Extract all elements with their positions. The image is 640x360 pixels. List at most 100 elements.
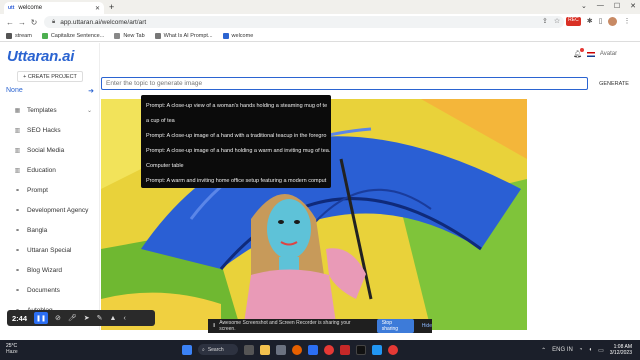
sidebar-item-documents[interactable]: ⚭ Documents <box>0 280 100 300</box>
bookmark-item[interactable]: What Is AI Prompt... <box>154 32 213 39</box>
weather-widget[interactable]: 25°C Haze <box>6 343 18 355</box>
store-icon[interactable] <box>372 344 382 355</box>
flag-icon[interactable] <box>586 51 595 57</box>
windows-start-icon[interactable] <box>182 344 192 355</box>
url-text: app.uttaran.ai/welcome/art/art <box>60 18 147 26</box>
share-icon[interactable]: ⇪ <box>542 17 548 26</box>
suggestion-item[interactable]: Computer table <box>141 158 331 173</box>
maximize-icon[interactable]: ☐ <box>614 2 620 10</box>
netflix-icon[interactable] <box>340 344 350 355</box>
star-icon[interactable]: ☆ <box>554 17 560 26</box>
language-indicator[interactable]: ENG IN <box>552 347 573 353</box>
browser-tab[interactable]: utt welcome ✕ <box>4 2 104 14</box>
grid-icon: ▦ <box>14 107 21 114</box>
forward-icon[interactable]: → <box>16 18 28 27</box>
clock[interactable]: 1:08 AM 3/12/2023 <box>610 344 632 356</box>
edge-icon[interactable] <box>308 344 318 355</box>
project-selector[interactable]: None ➜ <box>6 87 94 95</box>
suggestion-item[interactable]: Prompt: A close-up view of a woman's han… <box>141 98 331 113</box>
link-icon: ⚭ <box>14 287 21 294</box>
suggestions-dropdown: Prompt: A close-up view of a woman's han… <box>141 95 331 188</box>
volume-icon[interactable]: ◖ <box>588 347 592 353</box>
sidebar-item-seo-hacks[interactable]: ▥ SEO Hacks <box>0 120 100 140</box>
bookmark-item[interactable]: New Tab <box>114 32 145 39</box>
link-icon: ⚭ <box>14 187 21 194</box>
pen-icon[interactable]: ✎ <box>97 314 103 322</box>
cursor-icon[interactable]: ➤ <box>84 314 90 322</box>
app-logo[interactable]: Uttaran.ai <box>7 48 74 65</box>
bell-icon[interactable]: 🔔︎ <box>573 48 584 58</box>
app-icon[interactable] <box>276 344 286 355</box>
firefox-icon[interactable] <box>292 344 302 355</box>
back-icon[interactable]: ← <box>4 18 16 27</box>
suggestion-item[interactable]: Prompt: A warm and inviting home office … <box>141 173 331 188</box>
sidebar-item-blog-wizard[interactable]: ⚭ Blog Wizard <box>0 260 100 280</box>
menu-dots-icon[interactable]: ⋮ <box>623 17 630 26</box>
media-icon[interactable] <box>356 344 366 355</box>
topic-search-input[interactable] <box>101 77 588 90</box>
chart-icon: ▥ <box>14 127 21 134</box>
reload-icon[interactable]: ↻ <box>28 18 40 27</box>
task-view-icon[interactable] <box>244 344 254 355</box>
sidepanel-icon[interactable]: ▯ <box>599 17 603 26</box>
chart-icon: ▥ <box>14 147 21 154</box>
eraser-icon[interactable]: ▲ <box>110 315 117 322</box>
chrome-profile-icon[interactable] <box>388 344 398 355</box>
recorder-toolbar: 2:44 ❚❚ ⊘ 🎤︎ ➤ ✎ ▲ ‹ <box>7 310 155 326</box>
chart-icon: ▥ <box>14 167 21 174</box>
taskbar-search[interactable]: ⌕ Search <box>198 344 238 355</box>
generate-button[interactable]: GENERATE <box>594 77 634 90</box>
bookmark-item[interactable]: welcome <box>222 32 253 39</box>
bookmarks-bar: stream Capitalize Sentence... New Tab Wh… <box>0 30 640 42</box>
avatar[interactable]: Avatar <box>600 51 617 57</box>
sidebar-item-bangla[interactable]: ⚭ Bangla <box>0 220 100 240</box>
tab-close-icon[interactable]: ✕ <box>95 5 100 12</box>
battery-icon[interactable]: ▭ <box>598 347 604 354</box>
suggestion-item[interactable]: Prompt: A close-up image of a hand with … <box>141 128 331 143</box>
wifi-icon[interactable]: ◔ <box>579 347 583 353</box>
file-explorer-icon[interactable] <box>260 344 270 355</box>
suggestion-item[interactable]: a cup of tea <box>141 113 331 128</box>
drag-handle-icon[interactable]: ⦀ <box>213 323 215 329</box>
project-selected-label: None <box>6 87 23 94</box>
taskbar-apps: ⌕ Search <box>182 344 398 355</box>
stop-sharing-button[interactable]: Stop sharing <box>376 319 414 333</box>
chevron-down-icon[interactable]: ⌄ <box>581 2 587 10</box>
suggestion-item[interactable]: Prompt: A close-up image of a hand holdi… <box>141 143 331 158</box>
bookmark-item[interactable]: Capitalize Sentence... <box>41 32 104 39</box>
sidebar-item-social-media[interactable]: ▥ Social Media <box>0 140 100 160</box>
screen-share-banner: ⦀ Awesome Screenshot and Screen Recorder… <box>208 319 432 333</box>
arrow-right-icon[interactable]: ➜ <box>88 87 94 95</box>
lock-icon[interactable]: 🔒︎ <box>52 19 55 26</box>
pause-button[interactable]: ❚❚ <box>34 312 49 324</box>
sidebar-item-prompt[interactable]: ⚭ Prompt <box>0 180 100 200</box>
mic-off-icon[interactable]: ⊘ <box>55 314 61 322</box>
address-bar-row: ← → ↻ 🔒︎ app.uttaran.ai/welcome/art/art … <box>0 14 640 30</box>
microphone-icon[interactable]: 🎤︎ <box>68 314 77 322</box>
link-icon: ⚭ <box>14 207 21 214</box>
profile-avatar-icon[interactable] <box>608 17 618 26</box>
sidebar-item-education[interactable]: ▥ Education <box>0 160 100 180</box>
system-tray: ⌃ ENG IN ◔ ◖ ▭ 1:08 AM 3/12/2023 <box>541 344 632 356</box>
weather-condition: Haze <box>6 349 18 355</box>
tab-favicon: utt <box>8 5 15 11</box>
close-window-icon[interactable]: ✕ <box>630 2 636 10</box>
recorder-extension-icon[interactable]: REC <box>566 17 581 26</box>
create-project-button[interactable]: + CREATE PROJECT <box>17 71 83 82</box>
url-field[interactable]: 🔒︎ app.uttaran.ai/welcome/art/art <box>44 16 564 28</box>
hide-link[interactable]: Hide <box>422 323 432 329</box>
header-actions: 🔔︎ Avatar <box>573 48 617 58</box>
chrome-icon[interactable] <box>324 344 334 355</box>
puzzle-icon[interactable]: ✱ <box>587 17 593 26</box>
chevron-up-icon[interactable]: ⌃ <box>541 347 546 354</box>
minimize-icon[interactable]: — <box>597 2 604 10</box>
link-icon: ⚭ <box>14 227 21 234</box>
sidebar-item-templates[interactable]: ▦ Templates ⌄ <box>0 100 100 120</box>
bookmark-item[interactable]: stream <box>6 32 32 39</box>
sidebar-item-uttaran-special[interactable]: ⚭ Uttaran Special <box>0 240 100 260</box>
collapse-icon[interactable]: ‹ <box>123 315 125 322</box>
sidebar-item-development-agency[interactable]: ⚭ Development Agency <box>0 200 100 220</box>
new-tab-plus-icon[interactable]: + <box>109 2 114 12</box>
tab-title: welcome <box>18 5 43 11</box>
search-icon: ⌕ <box>202 346 205 353</box>
